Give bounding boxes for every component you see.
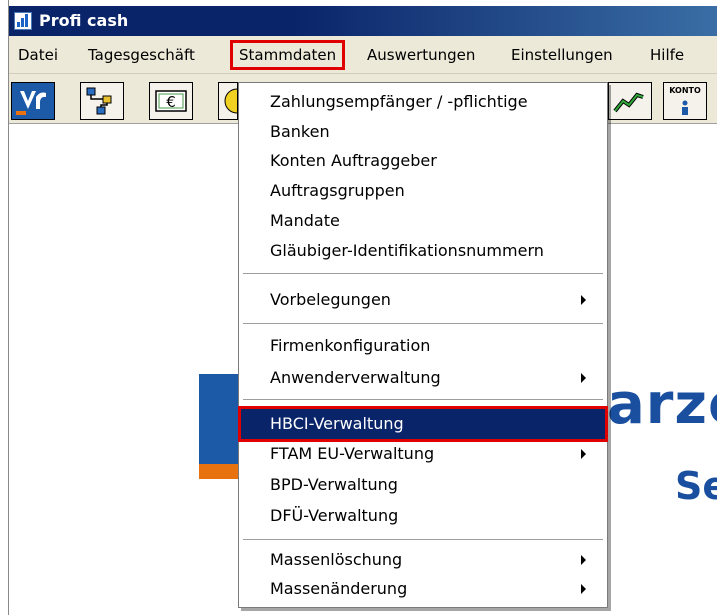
app-window: Profi cash Datei Tagesgeschäft Stammdate… (8, 0, 717, 615)
menu-separator (243, 273, 603, 275)
menu-item-massenaenderung[interactable]: Massenänderung (241, 574, 605, 604)
partial-button[interactable] (218, 82, 250, 120)
bank-logo-fragment (199, 374, 239, 464)
menu-separator (243, 323, 603, 325)
title-bar: Profi cash (9, 6, 717, 36)
menu-item-firmenkonfiguration[interactable]: Firmenkonfiguration (241, 331, 605, 361)
menu-item-auftragsgruppen[interactable]: Auftragsgruppen (241, 176, 605, 206)
menu-item-label: Vorbelegungen (270, 290, 391, 309)
euro-icon: € (155, 90, 187, 112)
menu-einstellungen[interactable]: Einstellungen (506, 44, 618, 66)
menu-item-ftam-eu-verwaltung[interactable]: FTAM EU-Verwaltung (241, 439, 605, 469)
menu-item-anwenderverwaltung[interactable]: Anwenderverwaltung (241, 363, 605, 393)
app-icon (14, 12, 32, 30)
menu-item-label: Massenlöschung (270, 550, 403, 569)
stammdaten-menu: Zahlungsempfänger / -pflichtige Banken K… (238, 82, 608, 608)
menu-item-dfue-verwaltung[interactable]: DFÜ-Verwaltung (241, 501, 605, 531)
menu-item-zahlungsempfaenger[interactable]: Zahlungsempfänger / -pflichtige (241, 87, 605, 117)
svg-text:€: € (166, 93, 176, 111)
vr-bank-button[interactable] (11, 82, 55, 120)
brand-subtext: Ser (675, 464, 717, 508)
menu-tagesgeschaeft[interactable]: Tagesgeschäft (83, 44, 200, 66)
menu-item-glaeubiger-id[interactable]: Gläubiger-Identifikationsnummern (241, 236, 605, 266)
info-icon (682, 100, 688, 115)
konto-info-button[interactable]: KONTO (663, 82, 707, 120)
submenu-arrow-icon (581, 449, 586, 459)
menu-item-label: FTAM EU-Verwaltung (270, 444, 435, 463)
vr-logo-icon (16, 87, 50, 115)
menu-separator (243, 539, 603, 541)
window-title: Profi cash (39, 11, 129, 30)
menu-datei[interactable]: Datei (13, 44, 63, 66)
org-chart-icon (86, 87, 112, 115)
coin-icon (224, 88, 250, 114)
submenu-arrow-icon (581, 555, 586, 565)
brand-text: arze (607, 372, 717, 437)
menu-item-bpd-verwaltung[interactable]: BPD-Verwaltung (241, 470, 605, 500)
menu-item-mandate[interactable]: Mandate (241, 206, 605, 236)
menu-hilfe[interactable]: Hilfe (645, 44, 689, 66)
payment-button[interactable]: € (149, 82, 193, 120)
trend-chart-icon (613, 92, 644, 113)
bank-logo-accent (199, 464, 239, 479)
structure-button[interactable] (80, 82, 124, 120)
menu-item-konten-auftraggeber[interactable]: Konten Auftraggeber (241, 146, 605, 176)
submenu-arrow-icon (581, 295, 586, 305)
menu-bar: Datei Tagesgeschäft Stammdaten Auswertun… (9, 36, 717, 74)
menu-item-label: Massenänderung (270, 579, 408, 598)
menu-item-massenloeschung[interactable]: Massenlöschung (241, 545, 605, 575)
submenu-arrow-icon (581, 584, 586, 594)
chart-button[interactable] (608, 82, 652, 120)
menu-item-vorbelegungen[interactable]: Vorbelegungen (241, 285, 605, 315)
menu-item-banken[interactable]: Banken (241, 117, 605, 147)
menu-auswertungen[interactable]: Auswertungen (362, 44, 480, 66)
menu-item-label: Anwenderverwaltung (270, 368, 441, 387)
menu-item-hbci-verwaltung[interactable]: HBCI-Verwaltung (238, 406, 608, 442)
menu-stammdaten[interactable]: Stammdaten (229, 40, 346, 70)
menu-separator (243, 399, 603, 401)
submenu-arrow-icon (581, 373, 586, 383)
